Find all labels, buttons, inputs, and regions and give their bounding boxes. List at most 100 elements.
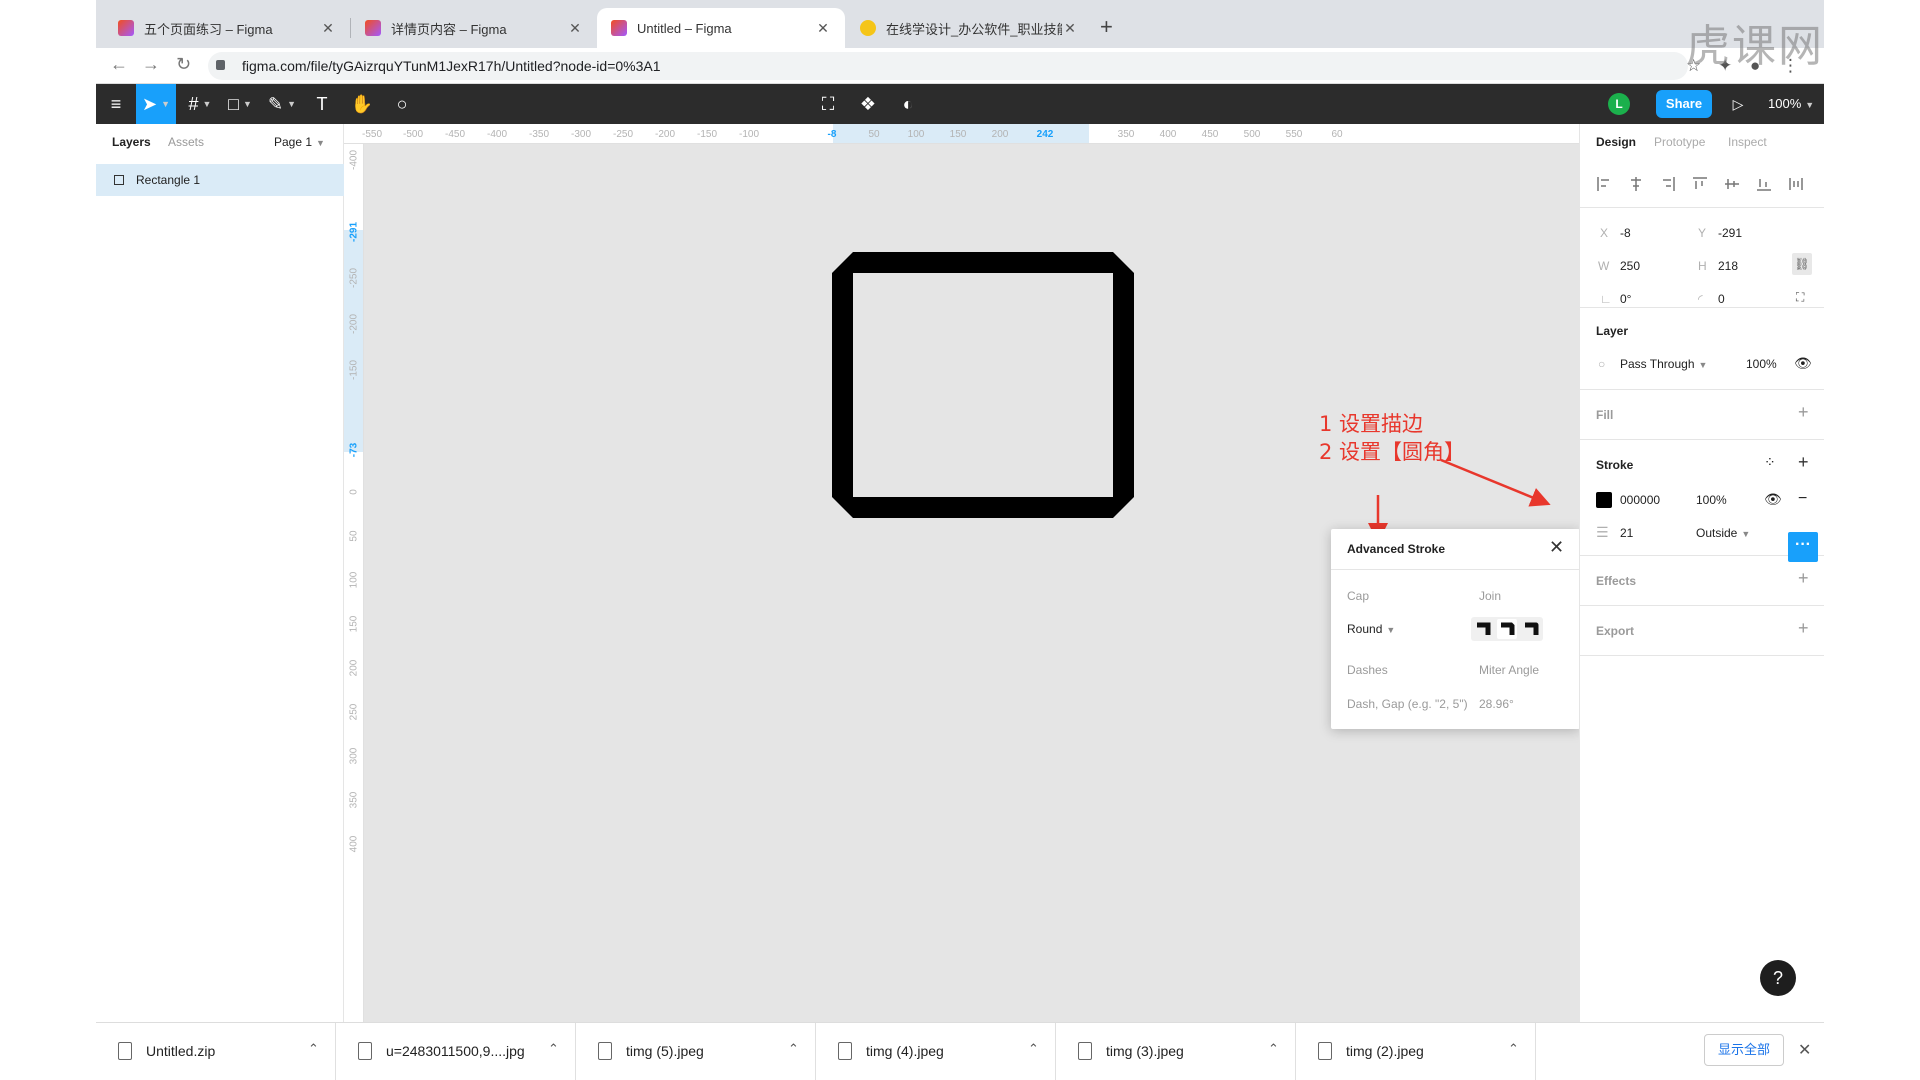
blend-mode-dropdown[interactable]: Pass Through ▼: [1620, 357, 1707, 371]
y-input[interactable]: -291: [1718, 226, 1742, 240]
mask-button[interactable]: ⛶: [808, 84, 848, 124]
height-input[interactable]: 218: [1718, 259, 1738, 273]
hand-tool-button[interactable]: ✋: [342, 84, 382, 124]
url-field[interactable]: figma.com/file/tyGAizrquYTunM1JexR17h/Un…: [208, 52, 1688, 80]
tab-prototype[interactable]: Prototype: [1654, 135, 1705, 149]
add-export-icon[interactable]: +: [1798, 618, 1809, 639]
download-item[interactable]: Untitled.zip ⌃: [96, 1023, 336, 1080]
back-arrow-icon[interactable]: ←: [110, 54, 128, 75]
browser-tab[interactable]: 在线学设计_办公软件_职业技能 ✕: [846, 8, 1092, 48]
lock-icon[interactable]: [216, 60, 225, 70]
dashes-input[interactable]: Dash, Gap (e.g. "2, 5"): [1347, 697, 1471, 711]
tab-assets[interactable]: Assets: [168, 135, 204, 149]
chevron-up-icon[interactable]: ⌃: [548, 1041, 559, 1057]
add-fill-icon[interactable]: +: [1798, 402, 1809, 423]
stroke-color-swatch[interactable]: [1596, 492, 1612, 508]
cap-dropdown[interactable]: Round ▼: [1347, 622, 1395, 636]
comment-tool-button[interactable]: ○: [382, 84, 422, 124]
zoom-value: 100%: [1768, 96, 1802, 111]
align-bottom-icon[interactable]: [1756, 176, 1772, 192]
chevron-up-icon[interactable]: ⌃: [1028, 1041, 1039, 1057]
stroke-position-dropdown[interactable]: Outside ▼: [1696, 526, 1750, 540]
zoom-dropdown[interactable]: 100% ▼: [1768, 96, 1814, 111]
shape-tool-button[interactable]: □ ▼: [220, 84, 260, 124]
align-right-icon[interactable]: [1660, 176, 1676, 192]
pen-icon: ✎: [267, 93, 284, 114]
chevron-up-icon[interactable]: ⌃: [788, 1041, 799, 1057]
present-button[interactable]: ▷: [1720, 84, 1756, 124]
browser-tab[interactable]: 详情页内容 – Figma ✕: [351, 8, 597, 48]
align-top-icon[interactable]: [1692, 176, 1708, 192]
eye-icon[interactable]: 👁: [1764, 491, 1782, 508]
tab-design[interactable]: Design: [1596, 135, 1636, 149]
ruler-tick-label: -150: [348, 359, 360, 381]
layer-opacity-input[interactable]: 100%: [1746, 357, 1777, 371]
chevron-up-icon[interactable]: ⌃: [1508, 1041, 1519, 1057]
page-selector[interactable]: Page 1 ▼: [274, 135, 325, 149]
corner-radius-input[interactable]: 0: [1718, 292, 1725, 306]
close-icon[interactable]: ✕: [1798, 1040, 1811, 1060]
style-grid-icon[interactable]: ⁘: [1764, 454, 1776, 471]
tab-title: Untitled – Figma: [637, 20, 732, 36]
download-item[interactable]: timg (2).jpeg ⌃: [1296, 1023, 1536, 1080]
tab-layers[interactable]: Layers: [112, 135, 151, 149]
stroke-weight-input[interactable]: 21: [1620, 526, 1633, 540]
chevron-up-icon[interactable]: ⌃: [1268, 1041, 1279, 1057]
stroke-opacity-input[interactable]: 100%: [1696, 493, 1727, 507]
download-item[interactable]: timg (4).jpeg ⌃: [816, 1023, 1056, 1080]
layer-item-rectangle[interactable]: Rectangle 1: [96, 164, 344, 196]
forward-arrow-icon[interactable]: →: [142, 54, 160, 75]
show-all-downloads-button[interactable]: 显示全部: [1704, 1034, 1784, 1066]
tab-inspect[interactable]: Inspect: [1728, 135, 1767, 149]
text-tool-button[interactable]: T: [302, 84, 342, 124]
close-icon[interactable]: ✕: [1549, 537, 1564, 558]
frame-tool-button[interactable]: # ▼: [180, 84, 220, 124]
download-item[interactable]: u=2483011500,9....jpg ⌃: [336, 1023, 576, 1080]
distribute-icon[interactable]: [1788, 176, 1804, 192]
chevron-up-icon[interactable]: ⌃: [308, 1041, 319, 1057]
align-left-icon[interactable]: [1596, 176, 1612, 192]
share-button[interactable]: Share: [1656, 90, 1712, 118]
align-horizontal-center-icon[interactable]: [1628, 176, 1644, 192]
independent-corners-icon[interactable]: ⛶: [1796, 290, 1804, 305]
width-input[interactable]: 250: [1620, 259, 1640, 273]
browser-tab[interactable]: 五个页面练习 – Figma ✕: [104, 8, 350, 48]
browser-tab-active[interactable]: Untitled – Figma ✕: [597, 8, 845, 48]
reload-icon[interactable]: ↻: [176, 54, 191, 75]
align-vertical-center-icon[interactable]: [1724, 176, 1740, 192]
ruler-tick-label: -400: [348, 149, 360, 171]
add-stroke-icon[interactable]: +: [1798, 452, 1809, 473]
close-icon[interactable]: ✕: [567, 20, 583, 37]
move-tool-button[interactable]: ➤ ▼: [136, 84, 176, 124]
close-icon[interactable]: ✕: [1062, 20, 1078, 37]
join-miter-icon[interactable]: [1473, 619, 1493, 639]
remove-stroke-icon[interactable]: −: [1798, 490, 1807, 508]
help-button[interactable]: ?: [1760, 960, 1796, 996]
pen-tool-button[interactable]: ✎ ▼: [262, 84, 302, 124]
close-icon[interactable]: ✕: [320, 20, 336, 37]
main-menu-icon[interactable]: ≡: [96, 84, 136, 124]
ruler-tick-label: -8: [827, 129, 837, 140]
join-bevel-icon[interactable]: [1497, 619, 1517, 639]
join-round-icon[interactable]: [1521, 619, 1541, 639]
layer-section: Layer ○ Pass Through ▼ 100% 👁: [1580, 308, 1824, 390]
close-icon[interactable]: ✕: [815, 20, 831, 37]
download-item[interactable]: timg (5).jpeg ⌃: [576, 1023, 816, 1080]
ruler-tick-label: 100: [907, 129, 925, 140]
eye-icon[interactable]: 👁: [1794, 355, 1812, 372]
rotation-input[interactable]: 0°: [1620, 292, 1631, 306]
design-panel: Design Prototype Inspect X -8 Y -291 W 2…: [1579, 124, 1824, 1022]
add-effect-icon[interactable]: +: [1798, 568, 1809, 589]
rectangle-1-shape[interactable]: [832, 252, 1134, 518]
watermark-logo: 虎课网: [1686, 21, 1824, 72]
stroke-color-hex[interactable]: 000000: [1620, 493, 1660, 507]
miter-angle-value[interactable]: 28.96°: [1479, 697, 1514, 711]
ruler-tick-label: 50: [868, 129, 880, 140]
download-item[interactable]: timg (3).jpeg ⌃: [1056, 1023, 1296, 1080]
x-input[interactable]: -8: [1620, 226, 1631, 240]
avatar[interactable]: L: [1608, 93, 1630, 115]
component-button[interactable]: ❖: [848, 84, 888, 124]
new-tab-icon[interactable]: +: [1100, 14, 1113, 40]
constrain-proportions-icon[interactable]: ⛓: [1792, 253, 1812, 275]
boolean-button[interactable]: ◐: [888, 84, 928, 124]
